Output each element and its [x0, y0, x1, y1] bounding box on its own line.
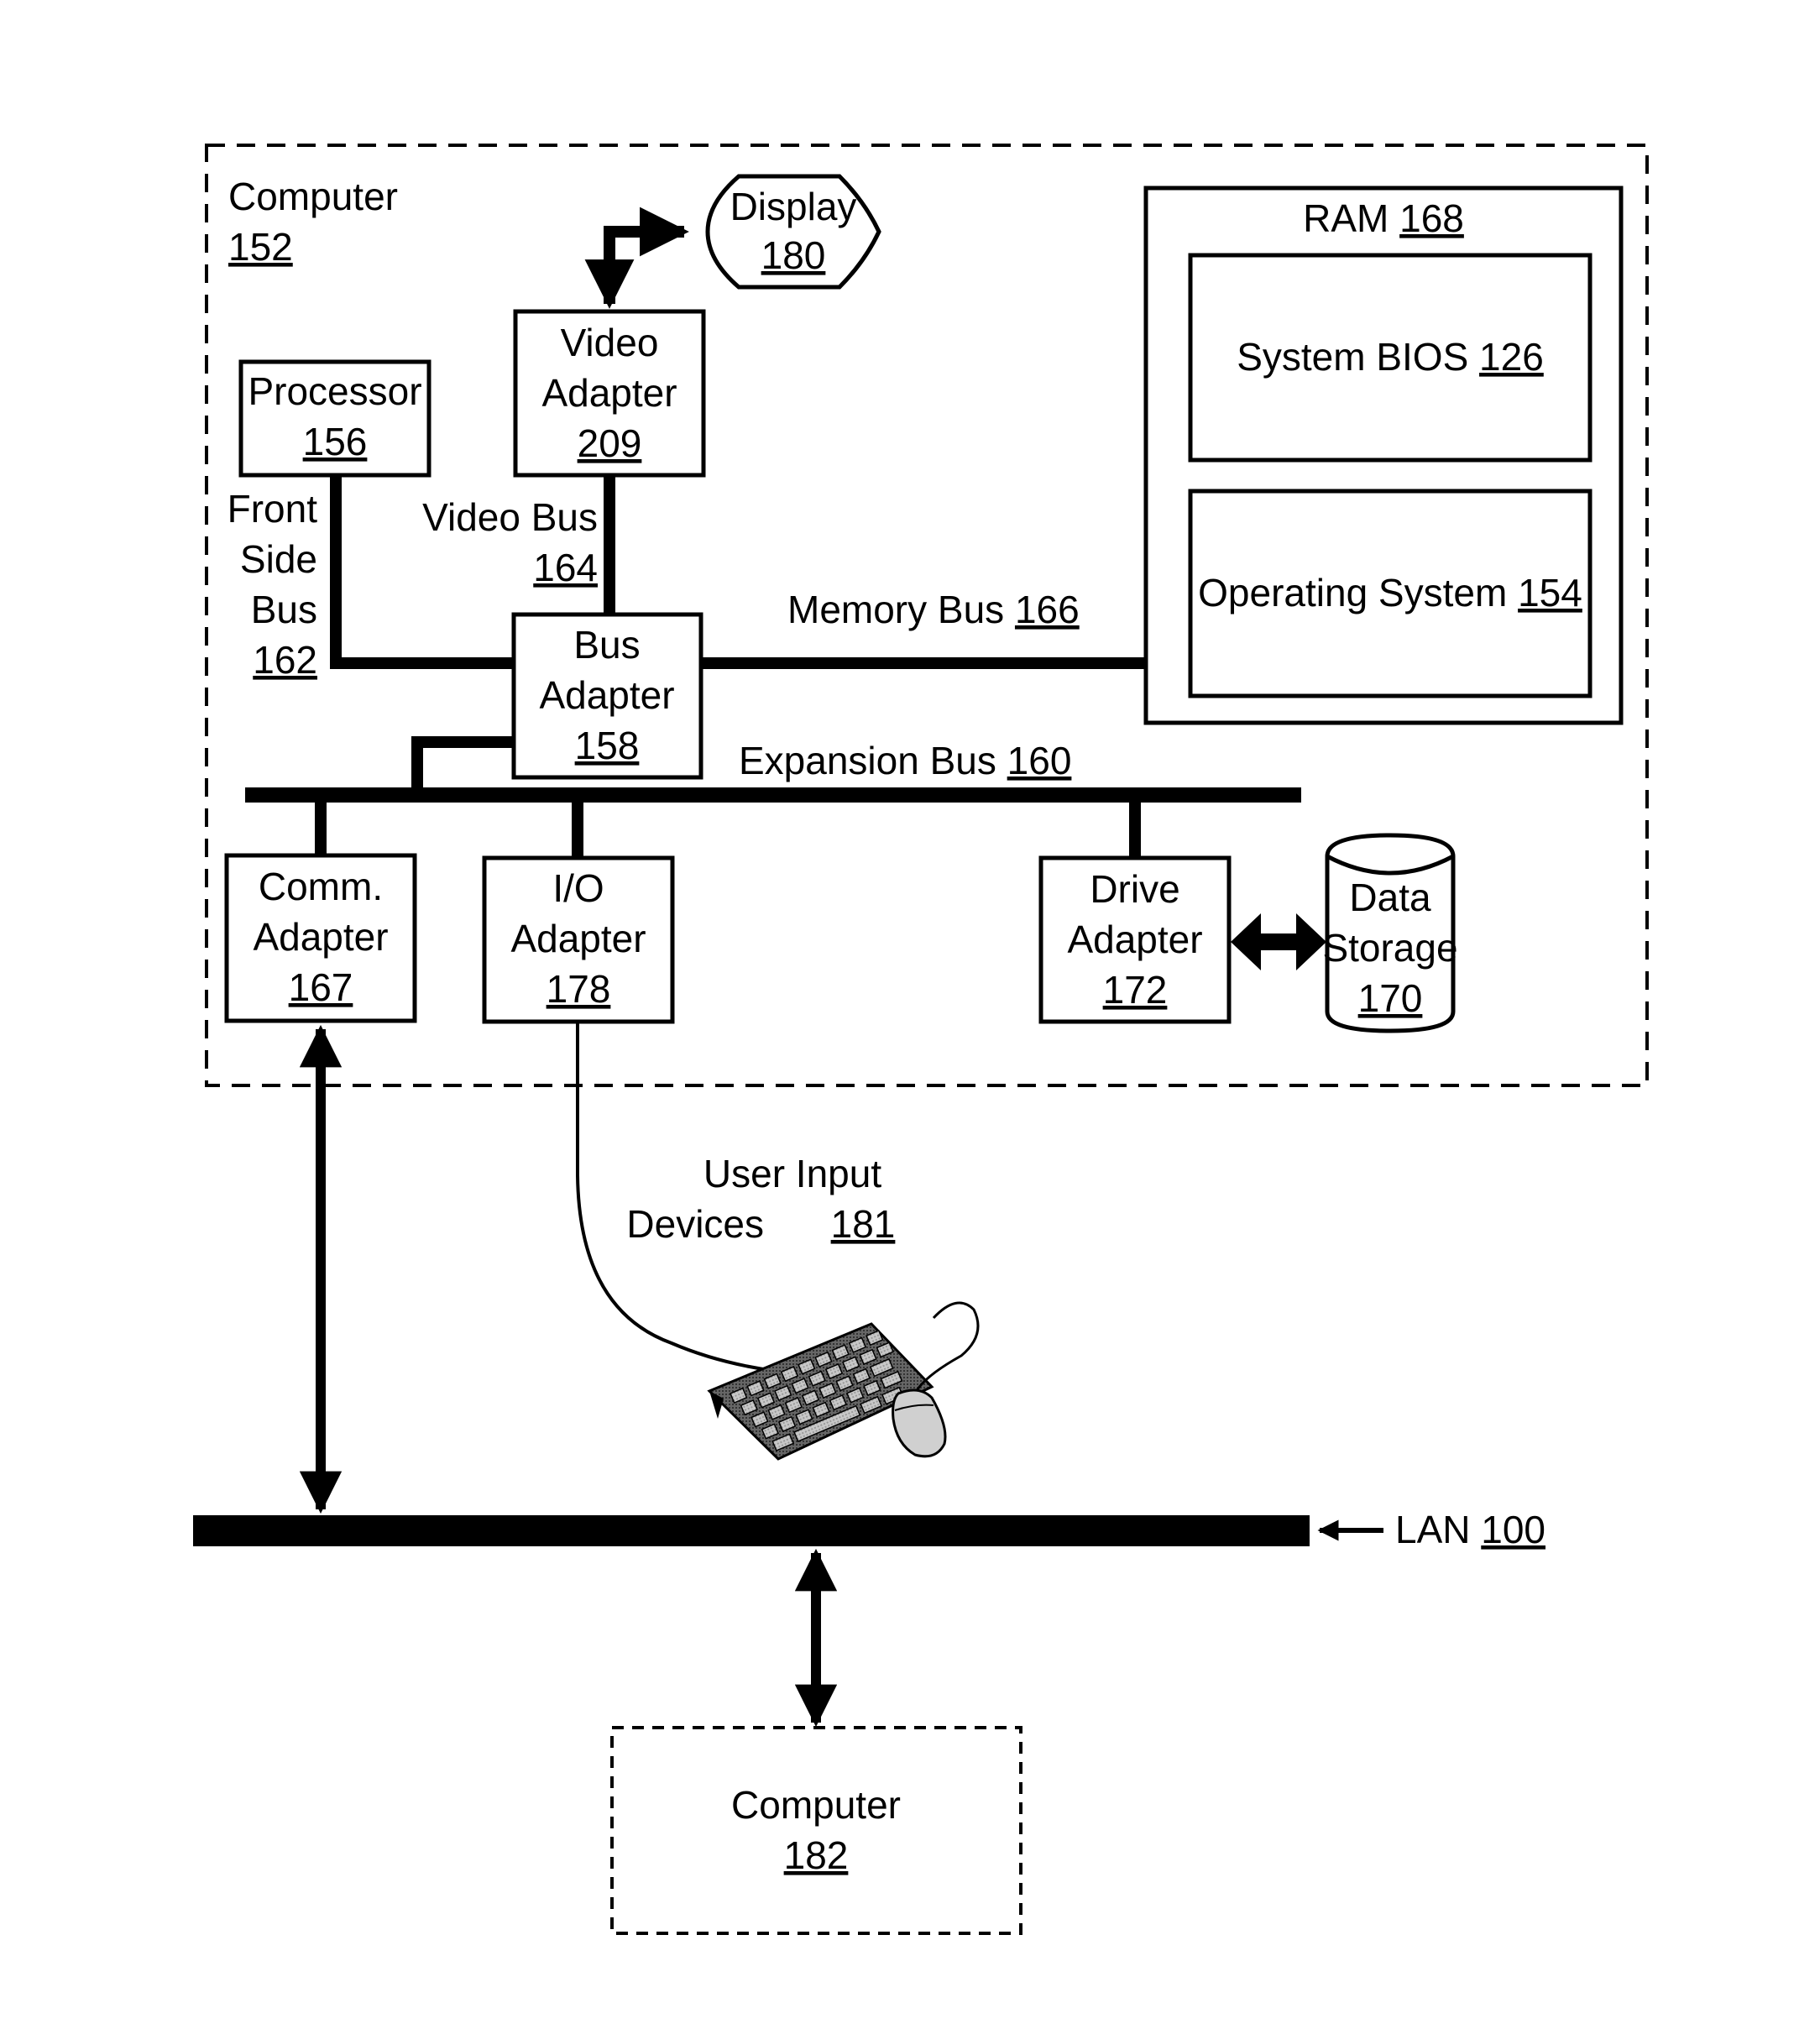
- computer-architecture-diagram: Computer 152 Display 180 Processor 156 V…: [193, 144, 1649, 1935]
- data-storage-ref: 170: [1358, 976, 1423, 1020]
- computer-182-box: [610, 1726, 1022, 1935]
- lan-label: LAN 100: [1395, 1508, 1545, 1551]
- io-adapter-ref: 178: [547, 967, 611, 1011]
- display-ref: 180: [761, 233, 826, 277]
- bus-adapter-ref: 158: [575, 724, 640, 767]
- memory-bus-label: Memory Bus 166: [787, 588, 1080, 631]
- bus-adapter-line1: Bus: [573, 623, 640, 667]
- user-input-ref: 181: [831, 1202, 896, 1246]
- system-bios-label: System BIOS 126: [1237, 335, 1544, 379]
- display-label: Display: [730, 185, 857, 228]
- lan-bus-bar: [193, 1515, 1310, 1546]
- video-adapter-line2: Adapter: [541, 371, 677, 415]
- drive-storage-arrow: [1231, 913, 1326, 970]
- comm-adapter-line2: Adapter: [253, 915, 388, 959]
- mouse-cable: [913, 1301, 980, 1394]
- user-input-label-2: Devices: [626, 1202, 764, 1246]
- expansion-bus-label: Expansion Bus 160: [739, 739, 1071, 782]
- bus-adapter-line2: Adapter: [539, 673, 674, 717]
- operating-system-label: Operating System 154: [1198, 571, 1582, 614]
- computer-182-ref: 182: [784, 1833, 849, 1877]
- io-adapter-line1: I/O: [552, 866, 604, 910]
- video-bus-ref: 164: [533, 546, 598, 589]
- computer-152-ref: 152: [228, 225, 293, 269]
- mouse-icon: [892, 1388, 947, 1458]
- display-link-arrow: [584, 207, 689, 309]
- drive-adapter-line2: Adapter: [1067, 918, 1202, 961]
- drive-adapter-line1: Drive: [1090, 867, 1179, 911]
- computer-152-label: Computer: [228, 175, 398, 218]
- drive-adapter-ref: 172: [1103, 968, 1168, 1012]
- user-input-label-1: User Input: [703, 1152, 881, 1195]
- data-storage-line1: Data: [1349, 876, 1431, 919]
- io-adapter-line2: Adapter: [510, 917, 646, 960]
- processor-ref: 156: [303, 420, 368, 463]
- front-side-bus-label-1: Front: [228, 487, 318, 531]
- video-adapter-line1: Video: [561, 321, 659, 364]
- front-side-bus-ref: 162: [253, 638, 317, 682]
- front-side-bus-label-3: Bus: [251, 588, 317, 631]
- computer-182-label: Computer: [731, 1783, 901, 1827]
- io-keyboard-cable: [576, 1022, 807, 1376]
- video-bus-label: Video Bus: [422, 495, 598, 539]
- comm-adapter-line1: Comm.: [259, 865, 383, 908]
- video-adapter-ref: 209: [578, 421, 642, 465]
- processor-label: Processor: [248, 369, 421, 413]
- comm-adapter-ref: 167: [289, 965, 353, 1009]
- data-storage-line2: Storage: [1322, 926, 1457, 970]
- bus-adapter-expansion-link: [411, 736, 514, 795]
- front-side-bus-label-2: Side: [240, 537, 317, 581]
- ram-label: RAM 168: [1303, 196, 1464, 240]
